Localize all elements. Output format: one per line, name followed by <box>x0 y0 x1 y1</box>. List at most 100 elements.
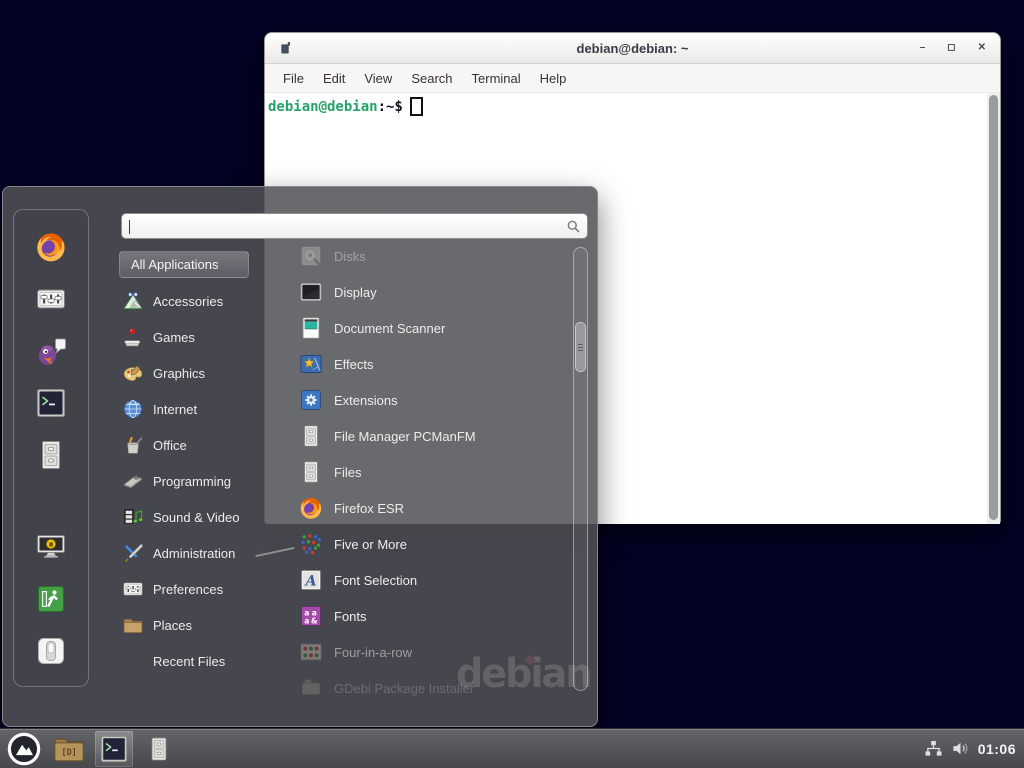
application-menu: All Applications Accessories Games Graphics… <box>2 186 598 727</box>
app-gdebi-package-installer[interactable]: GDebi Package Installer <box>287 670 573 706</box>
power-icon <box>35 635 67 667</box>
category-all-applications[interactable]: All Applications <box>119 251 249 278</box>
volume-icon[interactable] <box>951 740 970 757</box>
accessories-icon <box>122 290 144 312</box>
taskbar-files-button[interactable] <box>140 731 178 767</box>
app-font-selection[interactable]: A Font Selection <box>287 562 573 598</box>
maximize-button[interactable]: ◻ <box>947 43 955 53</box>
menu-scrollbar-thumb[interactable] <box>575 322 586 372</box>
gdebi-icon <box>299 676 323 700</box>
app-label: Font Selection <box>334 573 417 588</box>
terminal-menu-search[interactable]: Search <box>402 71 462 86</box>
internet-icon <box>122 398 144 420</box>
app-document-scanner[interactable]: Document Scanner <box>287 310 573 346</box>
favorite-terminal[interactable] <box>34 387 68 419</box>
terminal-menu-edit[interactable]: Edit <box>314 71 355 86</box>
app-label: Five or More <box>334 537 407 552</box>
app-four-in-a-row[interactable]: Four-in-a-row <box>287 634 573 670</box>
terminal-title: debian@debian: ~ <box>265 41 1000 56</box>
category-preferences[interactable]: Preferences <box>119 571 287 607</box>
desktop-folder-icon: [D] <box>53 734 85 763</box>
app-label: Four-in-a-row <box>334 645 412 660</box>
category-internet[interactable]: Internet <box>119 391 287 427</box>
favorite-lock-screen[interactable] <box>34 531 68 563</box>
category-label: Places <box>153 618 192 633</box>
terminal-menu-view[interactable]: View <box>355 71 402 86</box>
app-five-or-more[interactable]: Five or More <box>287 526 573 562</box>
terminal-menu-terminal[interactable]: Terminal <box>463 71 531 86</box>
terminal-scrollbar[interactable] <box>987 93 1000 524</box>
app-fonts[interactable]: aaa&Fonts <box>287 598 573 634</box>
favorite-log-out[interactable] <box>34 583 68 615</box>
category-games[interactable]: Games <box>119 319 287 355</box>
taskbar-menu-button[interactable] <box>5 731 43 767</box>
minimize-button[interactable]: – <box>920 43 926 53</box>
display-icon <box>299 280 323 304</box>
app-firefox-esr[interactable]: Firefox ESR <box>287 490 573 526</box>
favorite-shut-down[interactable] <box>34 635 68 667</box>
category-places[interactable]: Places <box>119 607 287 643</box>
app-effects[interactable]: Effects <box>287 346 573 382</box>
favorite-preferences[interactable] <box>34 283 68 315</box>
terminal-dark-icon <box>35 387 67 419</box>
favorite-firefox[interactable] <box>34 231 68 263</box>
category-list: All Applications Accessories Games Graphics… <box>119 251 287 679</box>
category-recent-files[interactable]: Recent Files <box>119 643 287 679</box>
administration-icon <box>122 542 144 564</box>
app-label: File Manager PCManFM <box>334 429 476 444</box>
prompt-user-host: debian@debian <box>268 98 378 116</box>
category-label: Graphics <box>153 366 205 381</box>
category-label: All Applications <box>131 257 218 272</box>
app-label: Extensions <box>334 393 398 408</box>
app-files[interactable]: Files <box>287 454 573 490</box>
terminal-menu-help[interactable]: Help <box>531 71 577 86</box>
terminal-scrollbar-thumb[interactable] <box>989 95 998 520</box>
app-file-manager-pcmanfm[interactable]: File Manager PCManFM <box>287 418 573 454</box>
category-label: Sound & Video <box>153 510 240 525</box>
games-icon <box>122 326 144 348</box>
favorites-rail <box>13 209 89 687</box>
close-button[interactable]: ✕ <box>978 43 986 53</box>
terminal-menu-file[interactable]: File <box>274 71 314 86</box>
favorite-file-manager[interactable] <box>34 439 68 471</box>
search-box <box>121 213 588 239</box>
category-label: Internet <box>153 402 197 417</box>
category-sound-video[interactable]: Sound & Video <box>119 499 287 535</box>
category-office[interactable]: Office <box>119 427 287 463</box>
category-graphics[interactable]: Graphics <box>119 355 287 391</box>
taskbar-desktop-folder-button[interactable]: [D] <box>50 731 88 767</box>
terminal-window-icon <box>280 41 291 55</box>
prompt-suffix: :~$ <box>378 98 403 116</box>
application-list: DisksDisplayDocument Scanner Effects Exten… <box>287 238 573 706</box>
file-cabinet-icon <box>35 439 67 471</box>
taskbar-launchers: [D] <box>0 729 178 768</box>
favorite-pidgin-messenger[interactable] <box>34 335 68 367</box>
category-label: Preferences <box>153 582 223 597</box>
taskbar-terminal-button[interactable] <box>95 731 133 767</box>
category-label: Accessories <box>153 294 223 309</box>
taskbar-clock[interactable]: 01:06 <box>978 741 1016 757</box>
places-icon <box>122 614 144 636</box>
font-selection-icon: A <box>299 568 323 592</box>
terminal-dark-icon <box>99 734 129 764</box>
svg-text:&: & <box>311 617 318 626</box>
category-programming[interactable]: Programming <box>119 463 287 499</box>
logout-icon <box>35 583 67 615</box>
app-display[interactable]: Display <box>287 274 573 310</box>
file-cabinet-icon <box>299 460 323 484</box>
category-accessories[interactable]: Accessories <box>119 283 287 319</box>
menu-scrollbar[interactable] <box>573 247 588 691</box>
text-caret <box>129 220 130 234</box>
network-icon[interactable] <box>924 740 943 757</box>
category-label: Recent Files <box>153 654 225 669</box>
search-input[interactable] <box>122 214 587 238</box>
terminal-prompt-line: debian@debian:~$ <box>265 93 1000 116</box>
window-controls: – ◻ ✕ <box>920 33 986 63</box>
app-disks[interactable]: Disks <box>287 238 573 274</box>
sliders-icon <box>35 283 67 315</box>
app-label: Fonts <box>334 609 367 624</box>
terminal-titlebar[interactable]: debian@debian: ~ – ◻ ✕ <box>265 33 1000 64</box>
app-label: GDebi Package Installer <box>334 681 474 696</box>
app-extensions[interactable]: Extensions <box>287 382 573 418</box>
app-label: Effects <box>334 357 374 372</box>
